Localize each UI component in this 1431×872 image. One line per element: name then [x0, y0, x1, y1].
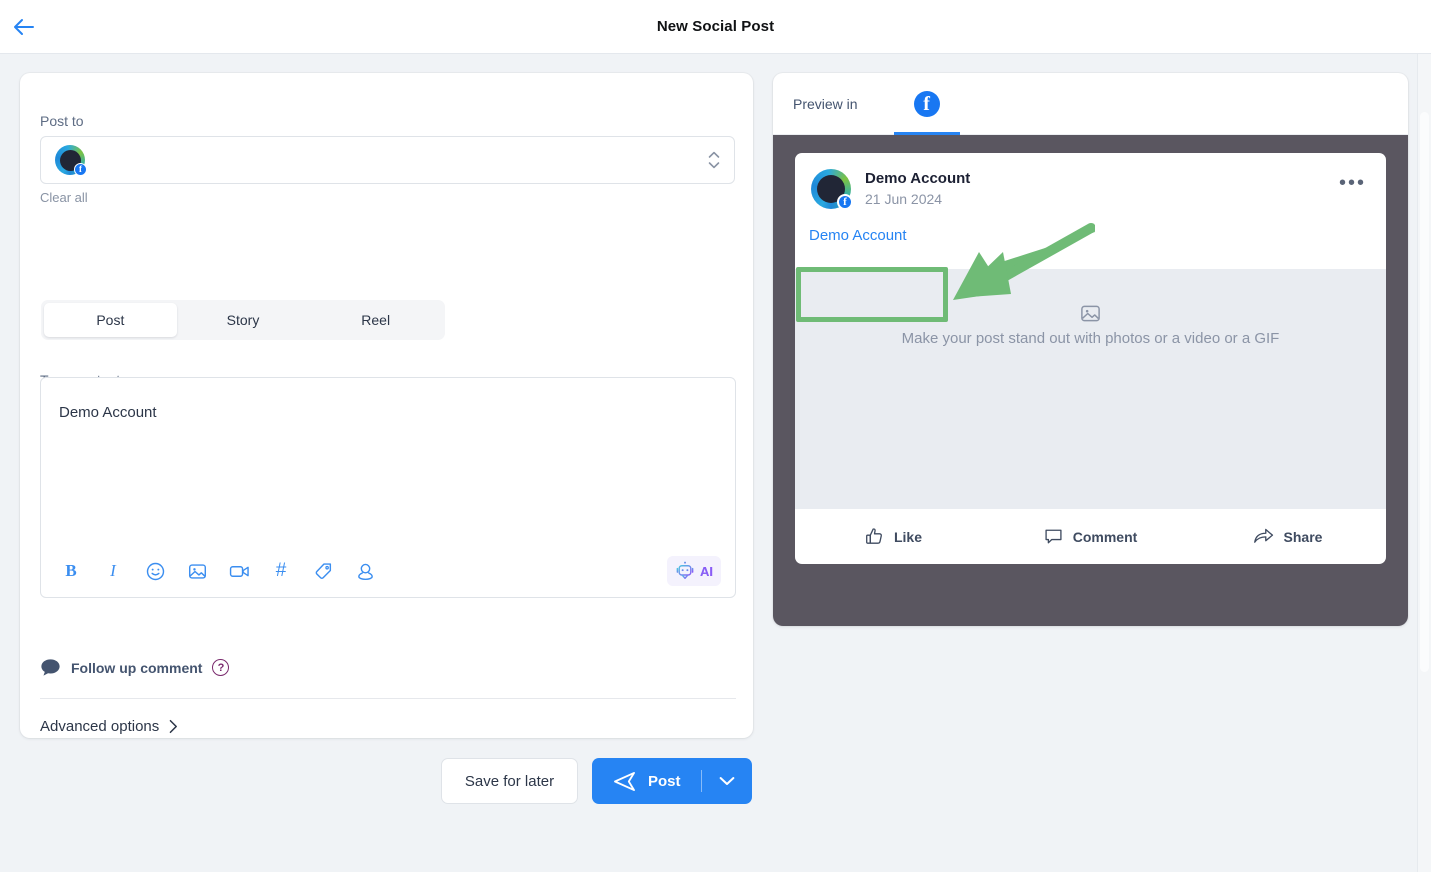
- comment-icon: [1045, 529, 1062, 544]
- arrow-left-icon: [14, 19, 34, 35]
- page-scrollbar-track[interactable]: [1417, 54, 1431, 872]
- comment-bubble-icon: [41, 659, 60, 676]
- share-icon: [1253, 528, 1273, 543]
- compose-panel: Post to f Clear all Post Story Reel Type…: [20, 73, 753, 738]
- advanced-options-toggle[interactable]: Advanced options: [40, 718, 178, 735]
- chevron-down-icon: [719, 777, 734, 785]
- post-type-tabs: Post Story Reel: [41, 300, 445, 340]
- tab-story[interactable]: Story: [177, 303, 310, 337]
- like-label: Like: [893, 528, 922, 545]
- post-button-group: Post: [592, 758, 752, 804]
- ai-assist-button[interactable]: AI: [667, 556, 721, 586]
- save-for-later-button[interactable]: Save for later: [441, 758, 578, 804]
- facebook-icon: f: [913, 90, 940, 117]
- post-options-button[interactable]: [702, 776, 752, 786]
- italic-icon[interactable]: I: [97, 556, 129, 586]
- content-editor[interactable]: Demo Account B I # AI: [40, 377, 736, 598]
- share-button[interactable]: Share: [1189, 527, 1386, 546]
- tab-post[interactable]: Post: [44, 303, 177, 337]
- preview-in-label: Preview in: [793, 95, 858, 112]
- share-label: Share: [1283, 528, 1323, 545]
- select-stepper[interactable]: [708, 151, 720, 169]
- advanced-options-label: Advanced options: [40, 718, 160, 735]
- comment-label: Comment: [1072, 528, 1138, 545]
- facebook-post-card: f Demo Account 21 Jun 2024 ••• Demo Acco…: [795, 153, 1386, 564]
- post-date: 21 Jun 2024: [865, 191, 943, 207]
- chevron-right-icon: [169, 719, 178, 734]
- editor-toolbar: B I # AI: [41, 545, 735, 597]
- post-author-name: Demo Account: [865, 170, 971, 187]
- post-button[interactable]: Post: [592, 771, 701, 792]
- image-icon[interactable]: [181, 556, 213, 586]
- chevron-up-icon: [708, 151, 720, 158]
- preview-backdrop: f Demo Account 21 Jun 2024 ••• Demo Acco…: [773, 135, 1408, 626]
- facebook-badge-icon: f: [837, 194, 853, 210]
- post-to-select[interactable]: f: [40, 136, 735, 184]
- selected-account-avatar: f: [55, 145, 87, 176]
- main-stage: Post to f Clear all Post Story Reel Type…: [0, 54, 1431, 872]
- question-mark-icon[interactable]: ?: [212, 659, 230, 676]
- content-editor-value[interactable]: Demo Account: [59, 404, 157, 421]
- post-card-header: f Demo Account 21 Jun 2024 •••: [795, 153, 1386, 210]
- tag-icon[interactable]: [307, 556, 339, 586]
- page-title: New Social Post: [656, 18, 775, 35]
- follow-up-comment-row[interactable]: Follow up comment ?: [40, 658, 230, 677]
- tab-reel[interactable]: Reel: [309, 303, 442, 337]
- thumbs-up-icon: [866, 528, 882, 544]
- media-placeholder[interactable]: Make your post stand out with photos or …: [795, 269, 1386, 509]
- location-icon[interactable]: [349, 556, 381, 586]
- like-button[interactable]: Like: [795, 527, 992, 546]
- tab-preview-facebook[interactable]: f: [893, 73, 960, 135]
- more-horizontal-icon[interactable]: •••: [1339, 173, 1366, 193]
- preview-header: Preview in f: [773, 73, 1408, 135]
- page-scrollbar-thumb[interactable]: [1420, 112, 1429, 672]
- post-author-meta: Demo Account 21 Jun 2024: [865, 169, 970, 209]
- media-placeholder-text: Make your post stand out with photos or …: [901, 330, 1280, 347]
- emoji-icon[interactable]: [139, 556, 171, 586]
- post-actions-bar: Like Comment Share: [795, 509, 1386, 564]
- send-icon: [614, 771, 635, 791]
- image-placeholder-icon: [1081, 305, 1100, 322]
- chevron-down-icon: [708, 162, 720, 169]
- post-author-avatar: f: [811, 169, 853, 210]
- post-button-label: Post: [648, 772, 681, 790]
- facebook-badge-icon: f: [74, 163, 87, 176]
- clear-all-link[interactable]: Clear all: [40, 190, 88, 205]
- back-button[interactable]: [10, 14, 38, 40]
- form-actions: Save for later Post: [441, 758, 752, 804]
- bold-icon[interactable]: B: [55, 556, 87, 586]
- video-icon[interactable]: [223, 556, 255, 586]
- follow-up-comment-label: Follow up comment: [71, 659, 203, 676]
- robot-icon: [676, 561, 694, 579]
- section-divider: [40, 698, 736, 699]
- post-to-label: Post to: [40, 113, 84, 129]
- comment-button[interactable]: Comment: [992, 527, 1189, 546]
- hashtag-icon[interactable]: #: [265, 556, 297, 586]
- post-body-text: Demo Account: [809, 227, 907, 244]
- app-header: New Social Post: [0, 0, 1431, 54]
- preview-panel: Preview in f f Demo Account 21 Jun 2024 …: [773, 73, 1408, 626]
- ai-assist-label: AI: [700, 563, 713, 579]
